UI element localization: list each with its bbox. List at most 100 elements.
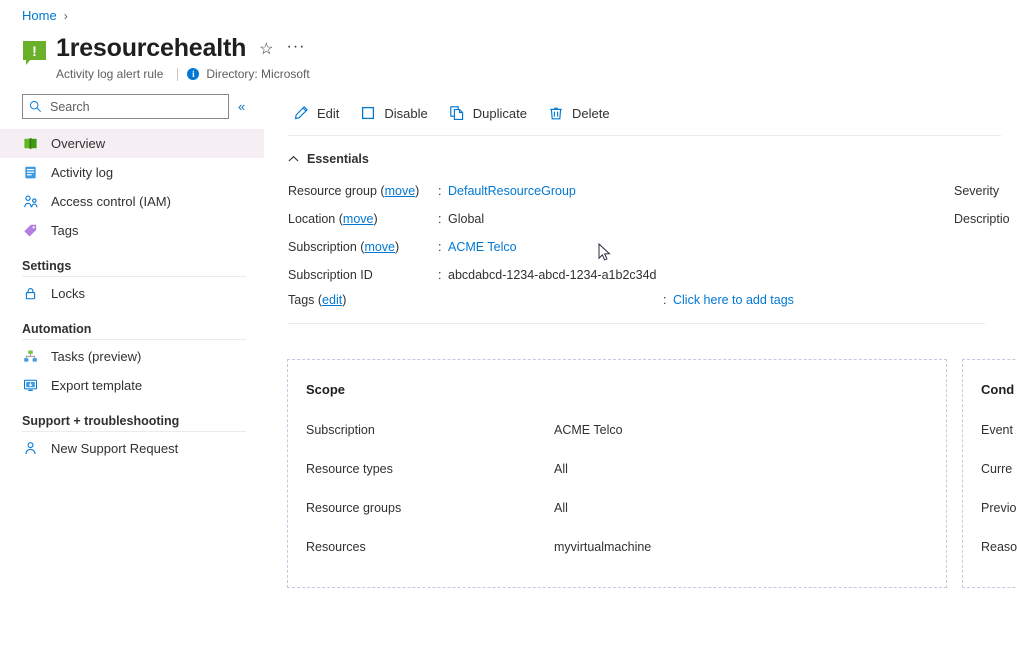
chevron-up-icon xyxy=(288,155,299,163)
nav-section-settings-title: Settings xyxy=(0,259,264,273)
essentials-colon: : xyxy=(438,240,448,254)
condition-row-current: Curre xyxy=(981,462,1017,501)
condition-key: Previo xyxy=(981,501,1017,515)
delete-button[interactable]: Delete xyxy=(543,98,620,128)
condition-row-previous: Previo xyxy=(981,501,1017,540)
essentials-heading: Essentials xyxy=(307,152,369,166)
resource-group-link[interactable]: DefaultResourceGroup xyxy=(448,184,576,198)
move-link[interactable]: move xyxy=(364,240,395,254)
sidebar-item-label: Tags xyxy=(51,223,78,238)
essentials-label: Location (move) xyxy=(288,212,438,226)
page-title: 1resourcehealth xyxy=(56,33,246,63)
essentials-row-resource-group: Resource group (move) : DefaultResourceG… xyxy=(288,177,908,205)
location-value: Global xyxy=(448,212,484,226)
azure-portal-blade: Home › ! 1resourcehealth ☆ ··· Activity … xyxy=(0,0,1017,650)
activity-log-alert-icon: ! xyxy=(22,41,48,67)
delete-button-label: Delete xyxy=(572,106,610,121)
sidebar-item-activity-log[interactable]: Activity log xyxy=(0,158,264,187)
scope-value: ACME Telco xyxy=(554,423,623,437)
condition-row-reason: Reaso xyxy=(981,540,1017,579)
essentials-toggle[interactable]: Essentials xyxy=(288,152,398,166)
move-link[interactable]: move xyxy=(385,184,416,198)
directory-label: Directory: Microsoft xyxy=(206,67,309,81)
sidebar-item-label: Locks xyxy=(51,286,85,301)
scope-value: All xyxy=(554,501,568,515)
scope-key: Resource groups xyxy=(306,501,554,515)
scope-value: All xyxy=(554,462,568,476)
sidebar-item-label: Access control (IAM) xyxy=(51,194,171,209)
overview-book-icon xyxy=(22,135,39,152)
left-nav: « Overview xyxy=(0,94,264,650)
resource-type-label: Activity log alert rule xyxy=(56,67,163,81)
condition-key: Curre xyxy=(981,462,1017,476)
sidebar-item-label: Activity log xyxy=(51,165,113,180)
essentials-row-subscription: Subscription (move) : ACME Telco xyxy=(288,233,908,261)
duplicate-button[interactable]: Duplicate xyxy=(444,98,537,128)
subscription-id-value: abcdabcd-1234-abcd-1234-a1b2c34d xyxy=(448,268,657,282)
scope-key: Resource types xyxy=(306,462,554,476)
command-bar: Edit Disable Duplicate xyxy=(264,94,1017,132)
condition-key: Reaso xyxy=(981,540,1017,554)
essentials-colon: : xyxy=(438,212,448,226)
move-link[interactable]: move xyxy=(343,212,374,226)
sidebar-item-new-support-request[interactable]: New Support Request xyxy=(0,434,264,463)
duplicate-button-label: Duplicate xyxy=(473,106,527,121)
search-input[interactable] xyxy=(48,99,222,115)
sidebar-item-locks[interactable]: Locks xyxy=(0,279,264,308)
description-label: Descriptio xyxy=(954,212,1017,226)
favorite-star-icon[interactable]: ☆ xyxy=(259,42,273,58)
nav-section-divider xyxy=(22,276,246,277)
edit-tags-link[interactable]: edit xyxy=(322,293,342,307)
tags-label: Tags (edit) xyxy=(288,293,663,307)
essentials-label: Subscription (move) xyxy=(288,240,438,254)
scope-row-resource-types: Resource types All xyxy=(306,462,946,501)
breadcrumb: Home › xyxy=(22,8,68,24)
breadcrumb-home[interactable]: Home xyxy=(22,8,57,24)
sidebar-item-access-control[interactable]: Access control (IAM) xyxy=(0,187,264,216)
access-control-people-icon xyxy=(22,193,39,210)
add-tags-link[interactable]: Click here to add tags xyxy=(673,293,794,307)
scope-key: Resources xyxy=(306,540,554,554)
search-icon xyxy=(29,100,42,113)
tag-icon xyxy=(22,222,39,239)
severity-label: Severity xyxy=(954,184,1017,198)
essentials-colon: : xyxy=(438,184,448,198)
cards-area: Scope Subscription ACME Telco Resource t… xyxy=(264,359,1017,599)
page-subtitle: Activity log alert rule i Directory: Mic… xyxy=(56,67,310,81)
condition-key: Event xyxy=(981,423,1017,437)
sidebar-item-export-template[interactable]: Export template xyxy=(0,371,264,400)
essentials-left-column: Resource group (move) : DefaultResourceG… xyxy=(288,177,908,289)
essentials-row-tags: Tags (edit) : Click here to add tags xyxy=(288,289,988,311)
pencil-icon xyxy=(292,104,310,122)
sidebar-item-label: New Support Request xyxy=(51,441,178,456)
scope-key: Subscription xyxy=(306,423,554,437)
info-icon[interactable]: i xyxy=(187,68,199,80)
command-bar-divider xyxy=(288,135,1001,136)
subscription-link[interactable]: ACME Telco xyxy=(448,240,517,254)
essentials-colon: : xyxy=(438,268,448,282)
sidebar-item-tasks[interactable]: Tasks (preview) xyxy=(0,342,264,371)
condition-card-title: Cond xyxy=(981,382,1017,397)
lock-icon xyxy=(22,285,39,302)
more-options-ellipsis-icon[interactable]: ··· xyxy=(286,39,305,55)
edit-button[interactable]: Edit xyxy=(288,98,349,128)
disable-button[interactable]: Disable xyxy=(355,98,437,128)
condition-row-event: Event xyxy=(981,423,1017,462)
scope-card-title: Scope xyxy=(306,382,946,397)
essentials-row-subscription-id: Subscription ID : abcdabcd-1234-abcd-123… xyxy=(288,261,908,289)
scope-row-resource-groups: Resource groups All xyxy=(306,501,946,540)
nav-section-support-title: Support + troubleshooting xyxy=(0,414,264,428)
sidebar-item-tags[interactable]: Tags xyxy=(0,216,264,245)
essentials-row-location: Location (move) : Global xyxy=(288,205,908,233)
essentials-label: Resource group (move) xyxy=(288,184,438,198)
sidebar-item-overview[interactable]: Overview xyxy=(0,129,264,158)
export-template-icon xyxy=(22,377,39,394)
disable-button-label: Disable xyxy=(384,106,427,121)
essentials-divider xyxy=(288,323,985,324)
main-content: Edit Disable Duplicate xyxy=(264,94,1017,650)
scope-card: Scope Subscription ACME Telco Resource t… xyxy=(287,359,947,588)
collapse-nav-icon[interactable]: « xyxy=(238,100,245,113)
sidebar-item-label: Export template xyxy=(51,378,142,393)
trash-icon xyxy=(547,104,565,122)
search-box[interactable] xyxy=(22,94,229,119)
